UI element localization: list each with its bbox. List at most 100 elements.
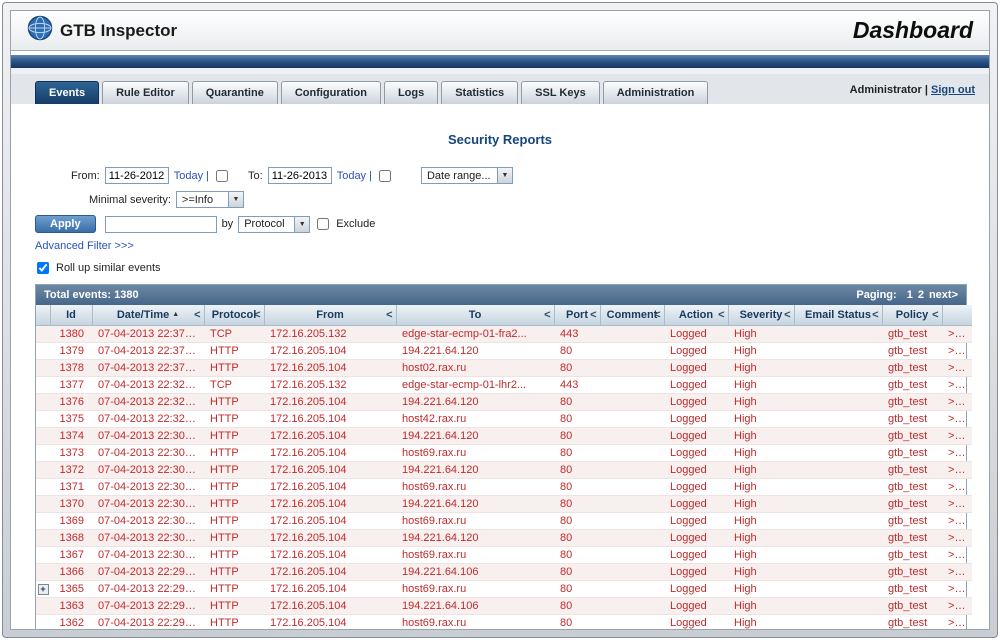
paging-page-1[interactable]: 1: [907, 289, 913, 301]
event-detail-link[interactable]: >>>: [948, 515, 967, 527]
table-row: 137607-04-2013 22:32:11HTTP172.16.205.10…: [36, 393, 972, 410]
column-header-id[interactable]: Id: [50, 305, 92, 325]
tab-administration[interactable]: Administration: [603, 81, 709, 104]
tab-ssl-keys[interactable]: SSL Keys: [521, 81, 600, 104]
event-detail-link[interactable]: >>>: [948, 345, 967, 357]
event-detail-link[interactable]: >>>: [948, 600, 967, 612]
event-detail-link[interactable]: >>>: [948, 362, 967, 374]
event-detail-link[interactable]: >>>: [948, 379, 967, 391]
cell-port: 80: [554, 546, 600, 563]
filter-text-input[interactable]: [105, 216, 217, 233]
event-detail-link[interactable]: >>>: [948, 498, 967, 510]
cell-email-status: [794, 529, 882, 546]
event-detail-link[interactable]: >>>: [948, 481, 967, 493]
column-filter-icon[interactable]: <: [932, 309, 938, 321]
column-filter-icon[interactable]: <: [544, 309, 550, 321]
cell-port: 80: [554, 478, 600, 495]
column-header-port[interactable]: Port<: [554, 305, 600, 325]
column-header-from[interactable]: From<: [264, 305, 396, 325]
tab-quarantine[interactable]: Quarantine: [192, 81, 278, 104]
paging-next-link[interactable]: next>: [929, 289, 958, 301]
event-detail-link[interactable]: >>>: [948, 549, 967, 561]
event-detail-link[interactable]: >>>: [948, 532, 967, 544]
to-today-link[interactable]: Today |: [337, 170, 372, 182]
chevron-down-icon: ▼: [294, 217, 309, 232]
event-detail-link[interactable]: >>>: [948, 396, 967, 408]
column-filter-icon[interactable]: <: [386, 309, 392, 321]
cell-comment: [600, 427, 664, 444]
column-header-date-time[interactable]: Date/Time▲<: [92, 305, 204, 325]
cell-email-status: [794, 342, 882, 359]
tab-statistics[interactable]: Statistics: [441, 81, 518, 104]
rollup-checkbox[interactable]: [37, 262, 49, 274]
event-detail-link[interactable]: >>>: [948, 617, 967, 629]
from-date-input[interactable]: [105, 167, 169, 184]
event-detail-link[interactable]: >>>: [948, 583, 967, 595]
min-severity-select[interactable]: >=Info ▼: [176, 191, 244, 208]
tab-events[interactable]: Events: [35, 81, 99, 104]
event-detail-link[interactable]: >>>: [948, 328, 967, 340]
cell-from: 172.16.205.104: [264, 461, 396, 478]
advanced-filter-link[interactable]: Advanced Filter >>>: [35, 240, 134, 252]
from-date-checkbox[interactable]: [216, 170, 228, 182]
to-date-input[interactable]: [268, 167, 332, 184]
cell-protocol: HTTP: [204, 580, 264, 597]
column-filter-icon[interactable]: <: [872, 309, 878, 321]
cell-email-status: [794, 461, 882, 478]
event-detail-link[interactable]: >>>: [948, 464, 967, 476]
column-filter-icon[interactable]: <: [194, 309, 200, 321]
cell-severity: High: [728, 614, 794, 630]
column-header-comment[interactable]: Comment<: [600, 305, 664, 325]
cell-comment: [600, 597, 664, 614]
event-detail-link[interactable]: >>>: [948, 430, 967, 442]
cell-policy: gtb_test: [882, 512, 942, 529]
cell-severity: High: [728, 410, 794, 427]
cell-datetime: 07-04-2013 22:30:01: [92, 529, 204, 546]
column-header-label: Email Status: [805, 309, 871, 321]
column-filter-icon[interactable]: <: [590, 309, 596, 321]
table-row: 137507-04-2013 22:32:11HTTP172.16.205.10…: [36, 410, 972, 427]
event-detail-link[interactable]: >>>: [948, 447, 967, 459]
apply-button[interactable]: Apply: [35, 215, 96, 233]
column-header-label: Action: [679, 309, 713, 321]
column-filter-icon[interactable]: <: [654, 309, 660, 321]
cell-to: 194.221.64.106: [396, 597, 554, 614]
events-table-body: 138007-04-2013 22:37:31TCP172.16.205.132…: [36, 325, 972, 630]
column-header-protocol[interactable]: Protocol<: [204, 305, 264, 325]
cell-to: 194.221.64.120: [396, 393, 554, 410]
column-header-policy[interactable]: Policy<: [882, 305, 942, 325]
cell-from: 172.16.205.104: [264, 580, 396, 597]
column-filter-icon[interactable]: <: [718, 309, 724, 321]
paging-page-2[interactable]: 2: [918, 289, 924, 301]
table-row: 137307-04-2013 22:30:58HTTP172.16.205.10…: [36, 444, 972, 461]
cell-port: 443: [554, 376, 600, 393]
column-filter-icon[interactable]: <: [254, 309, 260, 321]
rollup-label: Roll up similar events: [56, 262, 161, 274]
tab-rule-editor[interactable]: Rule Editor: [102, 81, 189, 104]
expand-row-button[interactable]: +: [38, 584, 49, 595]
column-header-to[interactable]: To<: [396, 305, 554, 325]
column-filter-icon[interactable]: <: [784, 309, 790, 321]
cell-protocol: HTTP: [204, 410, 264, 427]
cell-email-status: [794, 546, 882, 563]
cell-action: Logged: [664, 461, 728, 478]
cell-protocol: TCP: [204, 376, 264, 393]
filter-by-select[interactable]: Protocol ▼: [238, 216, 310, 233]
column-header-severity[interactable]: Severity<: [728, 305, 794, 325]
cell-severity: High: [728, 461, 794, 478]
chevron-down-icon: ▼: [497, 168, 512, 183]
events-table-container: Total events: 1380 Paging:12next> IdDate…: [35, 284, 967, 630]
from-label: From:: [71, 170, 100, 182]
tab-configuration[interactable]: Configuration: [281, 81, 381, 104]
column-header-action[interactable]: Action <: [664, 305, 728, 325]
event-detail-link[interactable]: >>>: [948, 413, 967, 425]
column-header-email-status[interactable]: Email Status<: [794, 305, 882, 325]
to-date-checkbox[interactable]: [379, 170, 391, 182]
date-range-select[interactable]: Date range... ▼: [421, 167, 513, 184]
from-today-link[interactable]: Today |: [174, 170, 209, 182]
table-row: 137007-04-2013 22:30:04HTTP172.16.205.10…: [36, 495, 972, 512]
signout-link[interactable]: Sign out: [931, 84, 975, 96]
event-detail-link[interactable]: >>>: [948, 566, 967, 578]
tab-logs[interactable]: Logs: [384, 81, 438, 104]
exclude-checkbox[interactable]: [317, 218, 329, 230]
